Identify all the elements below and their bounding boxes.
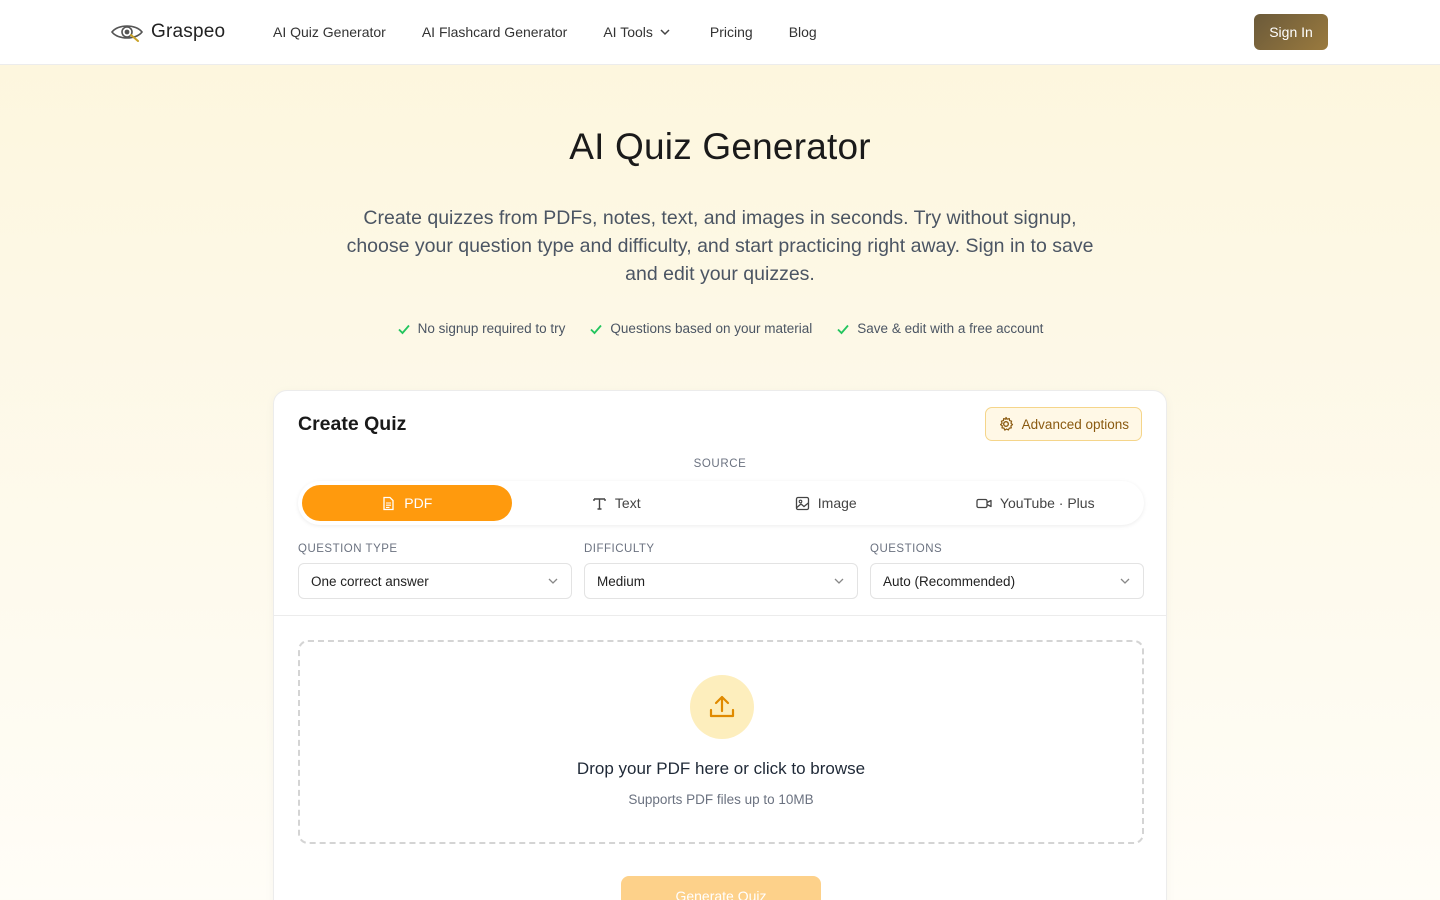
page-title: AI Quiz Generator (569, 126, 871, 167)
generate-quiz-button[interactable]: Generate Quiz (621, 876, 821, 900)
tab-youtube[interactable]: YouTube · Plus (931, 485, 1141, 521)
nav-ai-tools-label: AI Tools (603, 24, 653, 40)
chevron-down-icon (660, 29, 670, 36)
tab-image-label: Image (817, 495, 857, 511)
card-title: Create Quiz (298, 413, 407, 435)
questions-select[interactable]: Auto (Recommended) (870, 563, 1144, 599)
nav-ai-tools[interactable]: AI Tools (603, 24, 671, 40)
upload-icon-badge (690, 675, 754, 739)
source-tabs: PDF Text Image YouTube · Plus (298, 481, 1144, 525)
question-type-select[interactable]: One correct answer (298, 563, 572, 599)
chevron-down-icon (834, 578, 844, 584)
brand-logo[interactable]: Graspeo (111, 18, 225, 46)
advanced-options-button[interactable]: Advanced options (984, 407, 1142, 441)
dropzone-title: Drop your PDF here or click to browse (576, 759, 866, 778)
tab-youtube-label: YouTube · Plus (999, 495, 1095, 511)
chevron-down-icon (1120, 578, 1130, 584)
feature-text: Questions based on your material (610, 321, 813, 336)
tab-image[interactable]: Image (721, 485, 931, 521)
feature-item: No signup required to try (397, 321, 566, 336)
nav-ai-quiz-generator[interactable]: AI Quiz Generator (273, 24, 386, 40)
check-icon (397, 324, 410, 334)
tab-text[interactable]: Text (512, 485, 722, 521)
source-label: SOURCE (693, 458, 747, 470)
create-quiz-card: Create Quiz Advanced options SOURCE PDF … (273, 390, 1167, 900)
chevron-down-icon (548, 578, 558, 584)
difficulty-select[interactable]: Medium (584, 563, 858, 599)
image-icon (795, 496, 809, 510)
questions-label: QUESTIONS (870, 543, 943, 555)
questions-value: Auto (Recommended) (883, 573, 1016, 589)
feature-text: No signup required to try (417, 321, 566, 336)
text-icon (593, 497, 606, 510)
sign-in-button[interactable]: Sign In (1254, 14, 1328, 50)
pdf-dropzone[interactable]: Drop your PDF here or click to browse Su… (298, 640, 1144, 844)
feature-list: No signup required to try Questions base… (0, 321, 1440, 336)
top-nav: Graspeo AI Quiz Generator AI Flashcard G… (0, 0, 1440, 65)
main-nav: AI Quiz Generator AI Flashcard Generator… (273, 0, 853, 64)
nav-pricing[interactable]: Pricing (710, 24, 753, 40)
question-type-label: QUESTION TYPE (298, 543, 398, 555)
question-type-value: One correct answer (311, 573, 429, 589)
feature-text: Save & edit with a free account (857, 321, 1044, 336)
dropzone-subtitle: Supports PDF files up to 10MB (628, 792, 814, 807)
difficulty-value: Medium (597, 573, 646, 589)
check-icon (837, 324, 849, 334)
tab-text-label: Text (614, 495, 641, 511)
nav-ai-flashcard-generator[interactable]: AI Flashcard Generator (422, 24, 568, 40)
difficulty-label: DIFFICULTY (584, 543, 655, 555)
file-icon (383, 496, 394, 510)
gear-icon (999, 416, 1013, 431)
brand-name: Graspeo (151, 21, 226, 42)
feature-item: Save & edit with a free account (836, 321, 1043, 336)
video-icon (976, 498, 992, 508)
page-subtitle: Create quizzes from PDFs, notes, text, a… (346, 207, 1094, 285)
divider (274, 615, 1166, 616)
upload-icon (709, 695, 735, 718)
check-icon (590, 324, 603, 334)
feature-item: Questions based on your material (589, 321, 812, 336)
tab-pdf-label: PDF (404, 495, 433, 511)
advanced-options-label: Advanced options (1021, 416, 1129, 432)
nav-blog[interactable]: Blog (789, 24, 817, 40)
tab-pdf[interactable]: PDF (302, 485, 512, 521)
eye-logo-icon (111, 25, 143, 42)
